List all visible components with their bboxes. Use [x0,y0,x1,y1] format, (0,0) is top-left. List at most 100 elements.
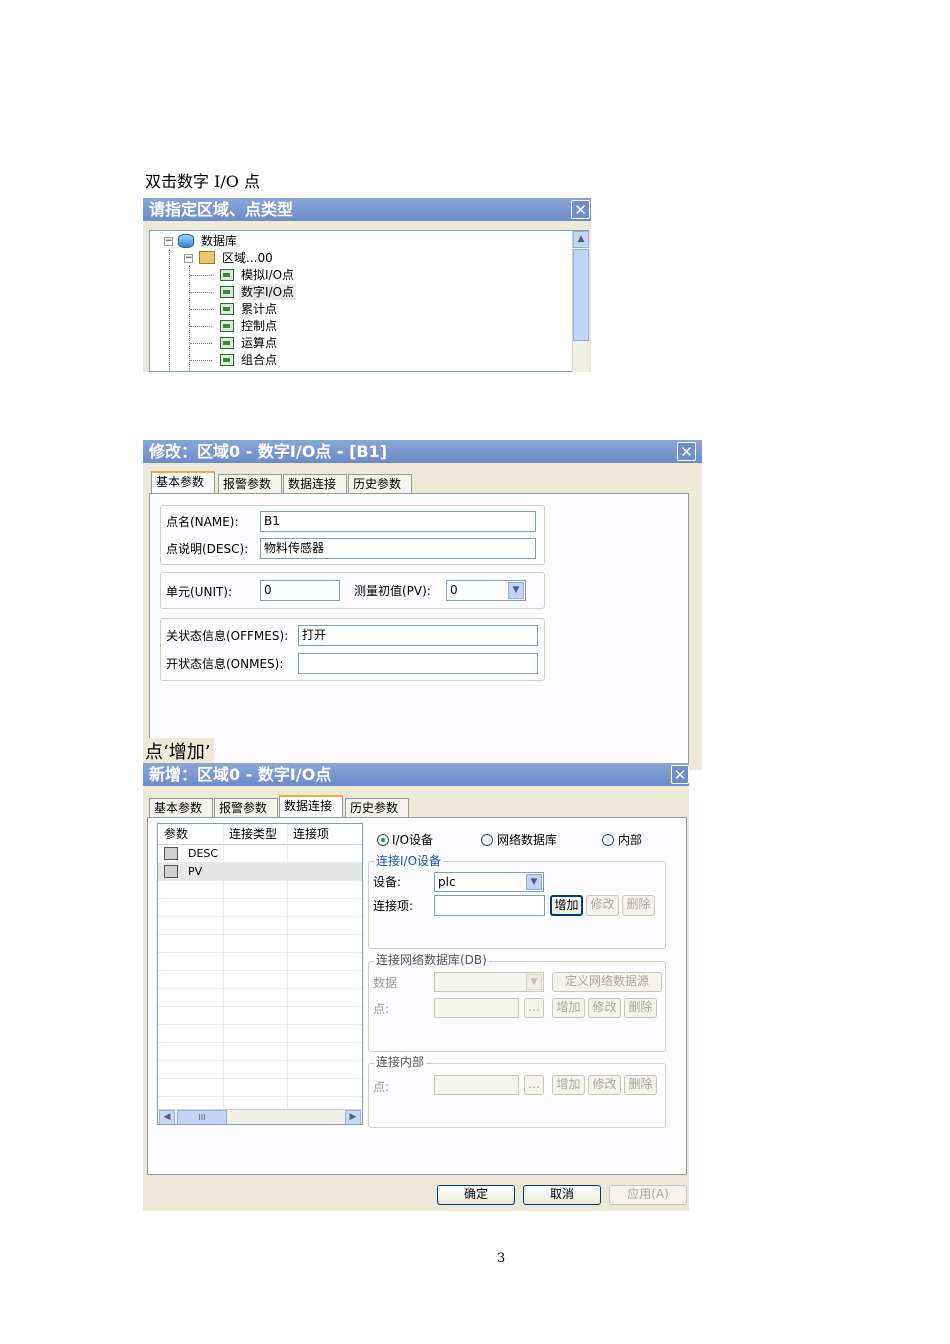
internal-point-field[interactable] [434,1075,519,1095]
radio-io-device[interactable] [377,834,389,846]
radio-network-db[interactable] [481,834,493,846]
db-data-select[interactable]: ▼ [434,972,544,992]
col-link-type[interactable]: 连接类型 [223,824,287,844]
db-point-field[interactable] [434,998,519,1018]
tree-item-control[interactable]: 控制点 [241,318,277,334]
radio-internal-label[interactable]: 内部 [618,833,642,847]
col-link-item[interactable]: 连接项 [287,824,357,844]
tab-data-link[interactable]: 数据连接 [279,795,343,818]
db-point-label: 点: [373,1002,390,1016]
device-select-value: plc [438,875,456,889]
dialog-title: 修改：区域0 - 数字I/O点 - [B1] [149,442,388,461]
delete-button[interactable]: 删除 [622,895,655,916]
folder-icon [199,251,215,264]
link-item-field[interactable] [434,895,545,916]
col-param[interactable]: 参数 [158,824,223,844]
db-data-label: 数据 [373,976,398,990]
unit-label: 单元(UNIT): [166,585,233,599]
add-button[interactable]: 增加 [550,895,583,916]
tree-view[interactable]: − 数据库 − 区域...00 模拟I/O点 数字I/O点 累计点 控制点 运算… [149,230,589,372]
point-icon [220,320,234,332]
row-marker [164,865,178,878]
internal-group [368,1063,666,1128]
horizontal-scrollbar[interactable]: ◀ III ▶ [158,1109,362,1124]
collapse-toggle[interactable]: − [164,237,173,246]
scroll-thumb[interactable] [573,249,589,341]
tab-basic[interactable]: 基本参数 [151,471,215,494]
define-db-source-button[interactable]: 定义网络数据源 [552,972,662,992]
tree-item-combo[interactable]: 组合点 [241,352,277,368]
close-button[interactable]: ✕ [677,442,696,461]
radio-io-label[interactable]: I/O设备 [392,833,433,847]
tab-history[interactable]: 历史参数 [348,474,412,493]
pv-select[interactable]: 0 ▼ [446,580,526,601]
desc-label: 点说明(DESC): [166,542,249,556]
dialog-titlebar: 请指定区域、点类型 [143,198,591,221]
caption-click-add: 点‘增加’ [145,738,215,764]
offmes-label: 关状态信息(OFFMES): [166,629,289,643]
point-icon [220,303,234,315]
tree-item-analog[interactable]: 模拟I/O点 [241,267,294,283]
point-type-dialog: 请指定区域、点类型 ✕ − 数据库 − 区域...00 模拟I/O点 数字I/O… [143,198,591,372]
chevron-down-icon[interactable]: ▼ [508,582,524,599]
point-icon [220,286,234,298]
tab-panel: 参数 连接类型 连接项 DESC PV ◀ III ▶ I/O设备 网络数据库 … [147,817,687,1175]
desc-field[interactable]: 物料传感器 [260,538,536,559]
tree-area-label[interactable]: 区域...00 [222,250,273,266]
close-button[interactable]: ✕ [571,200,590,219]
db-add-button[interactable]: 增加 [552,998,585,1018]
row-param: DESC [188,847,219,860]
page-number: 3 [497,1251,506,1266]
pv-select-value: 0 [450,583,458,597]
scroll-thumb[interactable]: III [177,1110,227,1124]
tab-alarm[interactable]: 报警参数 [218,474,282,493]
vertical-scrollbar[interactable]: ▲ [572,231,589,372]
radio-internal[interactable] [602,834,614,846]
internal-delete-button[interactable]: 删除 [624,1075,657,1095]
scroll-up-icon[interactable]: ▲ [573,231,589,248]
table-row[interactable]: PV [158,863,362,880]
db-browse-button[interactable]: ... [524,998,544,1018]
cancel-button[interactable]: 取消 [523,1185,601,1205]
unit-field[interactable]: 0 [260,580,340,601]
device-select[interactable]: plc ▼ [434,872,544,892]
ok-button[interactable]: 确定 [437,1185,515,1205]
internal-modify-button[interactable]: 修改 [588,1075,621,1095]
row-marker [164,847,178,860]
link-item-label: 连接项: [373,899,414,913]
db-delete-button[interactable]: 删除 [624,998,657,1018]
name-label: 点名(NAME): [166,515,239,529]
modify-button[interactable]: 修改 [586,895,619,916]
internal-add-button[interactable]: 增加 [552,1075,585,1095]
tree-root-label[interactable]: 数据库 [201,233,237,249]
close-button[interactable]: ✕ [671,765,689,784]
tree-item-accumulate[interactable]: 累计点 [241,301,277,317]
offmes-field[interactable]: 打开 [298,625,538,646]
param-list[interactable]: 参数 连接类型 连接项 DESC PV ◀ III ▶ [157,823,363,1125]
tab-history[interactable]: 历史参数 [345,798,409,817]
db-modify-button[interactable]: 修改 [588,998,621,1018]
scroll-right-icon[interactable]: ▶ [345,1110,361,1124]
point-icon [220,354,234,366]
apply-button[interactable]: 应用(A) [609,1185,687,1205]
name-field[interactable]: B1 [260,511,536,532]
tab-basic[interactable]: 基本参数 [149,798,213,817]
tab-data-link[interactable]: 数据连接 [283,474,347,493]
chevron-down-icon[interactable]: ▼ [526,974,542,990]
internal-point-label: 点: [373,1080,390,1094]
internal-browse-button[interactable]: ... [524,1075,544,1095]
radio-net-label[interactable]: 网络数据库 [497,833,557,847]
tab-alarm[interactable]: 报警参数 [214,798,278,817]
scroll-left-icon[interactable]: ◀ [159,1110,175,1124]
dialog-titlebar: 修改：区域0 - 数字I/O点 - [B1] [143,440,702,463]
table-row[interactable]: DESC [158,845,362,862]
io-group-title: 连接I/O设备 [374,854,444,868]
device-label: 设备: [373,875,402,889]
pv-label: 测量初值(PV): [354,584,431,598]
onmes-field[interactable] [298,653,538,674]
db-group-title: 连接网络数据库(DB) [374,953,489,967]
chevron-down-icon[interactable]: ▼ [526,874,542,890]
tree-item-calc[interactable]: 运算点 [241,335,277,351]
collapse-toggle[interactable]: − [184,254,193,263]
tree-item-digital[interactable]: 数字I/O点 [239,284,297,300]
